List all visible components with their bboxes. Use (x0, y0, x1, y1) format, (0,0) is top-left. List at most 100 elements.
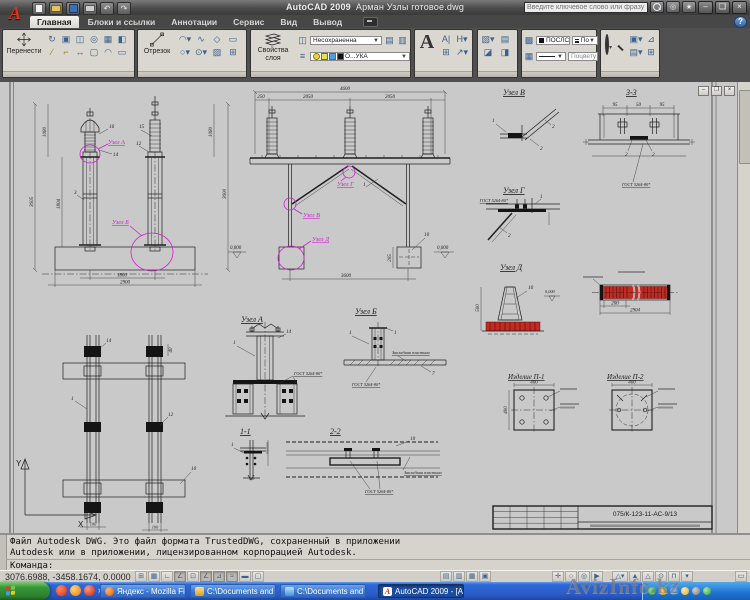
annotation-visibility-button[interactable]: ▲ (629, 571, 641, 582)
copy-clip-icon[interactable]: ▤▾ (629, 46, 643, 59)
toolbar-lock-button[interactable]: ⊓ (668, 571, 680, 582)
block-editor-icon[interactable]: ◪ (481, 46, 495, 59)
layer-properties-button[interactable]: Свойства слоя (253, 32, 293, 63)
redo-button[interactable]: ↷ (117, 2, 131, 15)
communication-center-button[interactable]: ◎ (666, 1, 680, 13)
coordinates-readout[interactable]: 3076.6988, -3458.1674, 0.0000 (5, 572, 131, 582)
autocad-menu-browser-button[interactable]: A (2, 0, 28, 27)
explode-icon[interactable]: ▭ (115, 46, 129, 59)
tray-update-icon[interactable] (659, 587, 667, 595)
tray-messenger-icon[interactable] (681, 587, 689, 595)
tab-vyvod[interactable]: Вывод (306, 16, 349, 28)
annotation-scale-button[interactable]: △▾ (612, 571, 628, 582)
scale-icon[interactable]: ▢ (87, 46, 101, 59)
table-icon[interactable]: ⊞ (439, 46, 453, 59)
scrollbar-thumb[interactable] (739, 90, 750, 164)
ducs-toggle[interactable]: ⊿ (213, 571, 225, 582)
tab-servis[interactable]: Сервис (226, 16, 271, 28)
layer-state-dropdown[interactable]: Несохраненна ▼ (310, 36, 382, 45)
tab-vid[interactable]: Вид (273, 16, 304, 28)
layer-dropdown[interactable]: О...УКА ▼ (310, 52, 410, 61)
workspace-button[interactable]: ⊙ (655, 571, 667, 582)
hatch-icon[interactable]: ▨ (210, 46, 224, 59)
dyn-toggle[interactable]: ≈ (226, 571, 238, 582)
undo-button[interactable]: ↶ (100, 2, 114, 15)
steeringwheel-button[interactable]: ◎ (578, 571, 590, 582)
quick-launch-icon-1[interactable] (56, 585, 67, 596)
showmotion-button[interactable]: ▶ (591, 571, 603, 582)
tab-glavnaya[interactable]: Главная (30, 16, 79, 28)
qp-toggle[interactable]: ▢ (252, 571, 264, 582)
otrack-toggle[interactable]: ∠ (200, 571, 212, 582)
quick-launch-icon-2[interactable] (70, 585, 81, 596)
layout-button[interactable]: ▥ (453, 571, 465, 582)
ellipse-icon[interactable]: ⊙▾ (194, 46, 208, 59)
grid-toggle[interactable]: ▦ (148, 571, 160, 582)
model-button[interactable]: ▤ (440, 571, 452, 582)
new-file-button[interactable] (32, 2, 46, 15)
text-button[interactable]: A (417, 32, 437, 52)
tab-bloki-i-ssylki[interactable]: Блоки и ссылки (81, 16, 163, 28)
volume-icon[interactable] (692, 587, 700, 595)
fillet-icon[interactable]: ◠ (101, 46, 115, 59)
arc-icon[interactable]: ◠▾ (178, 33, 192, 46)
trim-icon[interactable]: ∕ (45, 46, 59, 59)
doc-minimize-button[interactable]: – (698, 86, 709, 96)
spline-icon[interactable]: ∿ (194, 33, 208, 46)
status-menu-chevron[interactable]: ▾ (681, 571, 693, 582)
lwt-toggle[interactable]: ▬ (239, 571, 251, 582)
doc-close-button[interactable]: × (724, 86, 735, 96)
infocenter-search-input[interactable] (524, 1, 648, 13)
autoscale-button[interactable]: △ (642, 571, 654, 582)
copy-icon[interactable]: ▣ (59, 33, 73, 46)
layer-list-icon[interactable]: ≡ (297, 50, 308, 63)
attributes-icon[interactable]: ◨ (498, 46, 512, 59)
match-properties-icon[interactable]: ▩ (524, 34, 534, 47)
tray-shield-icon[interactable] (648, 587, 656, 595)
pan-button[interactable]: ✛ (552, 571, 564, 582)
quick-launch-icon-3[interactable] (84, 585, 95, 596)
minimize-button[interactable]: – (698, 1, 713, 14)
search-button[interactable] (650, 1, 664, 13)
help-icon[interactable]: ? (734, 16, 747, 28)
zoom-button-status[interactable]: ○ (565, 571, 577, 582)
move-button[interactable]: Перенести (5, 32, 43, 55)
polar-toggle[interactable]: ∠ (174, 571, 186, 582)
snap-toggle[interactable]: ⊞ (135, 571, 147, 582)
osnap-toggle[interactable]: ⊡ (187, 571, 199, 582)
layer-state-icon[interactable]: ◫ (297, 34, 308, 47)
maximize-button[interactable]: ❑ (715, 1, 730, 14)
linetype-dropdown[interactable]: ▼ (536, 52, 566, 61)
favorites-button[interactable]: ★ (682, 1, 696, 13)
polygon-icon[interactable]: ◇ (210, 33, 224, 46)
rectangle-icon[interactable]: ▭ (226, 33, 240, 46)
tray-network-icon[interactable] (670, 587, 678, 595)
clean-screen-button[interactable]: ▭ (735, 571, 747, 582)
circle-icon[interactable]: ○▾ (178, 46, 192, 59)
taskbar-item-explorer-1[interactable]: C:\Documents and Sett... (190, 584, 276, 598)
stretch-icon[interactable]: ↔ (73, 46, 87, 59)
layer-isolate-icon[interactable]: ▤ (384, 34, 395, 47)
linetype-icon[interactable]: ▦ (524, 50, 534, 63)
measure-icon[interactable]: ⊿ (644, 33, 658, 46)
zoom-button[interactable]: ▾ (605, 34, 612, 55)
rotate-icon[interactable]: ↻ (45, 33, 59, 46)
insert-block-icon[interactable]: ▧▾ (481, 33, 495, 46)
doc-restore-button[interactable]: ❐ (711, 86, 722, 96)
line-button[interactable]: Отрезок (140, 32, 174, 55)
mirror-icon[interactable]: ◫ (73, 33, 87, 46)
quick-view-layouts-button[interactable]: ▦ (466, 571, 478, 582)
leader-icon[interactable]: ↗▾ (455, 46, 469, 59)
lineweight-dropdown[interactable]: По ▼ (572, 36, 598, 45)
quick-calc-icon[interactable]: ⊞ (644, 46, 658, 59)
taskbar-item-explorer-2[interactable]: C:\Documents and Sett... (280, 584, 366, 598)
vertical-scrollbar[interactable] (737, 82, 750, 533)
array-icon[interactable]: ▦ (101, 33, 115, 46)
offset-icon[interactable]: ◎ (87, 33, 101, 46)
save-button[interactable] (66, 2, 80, 15)
taskbar-item-firefox[interactable]: Яндекс - Mozilla Firefox (100, 584, 186, 598)
create-block-icon[interactable]: ▤ (498, 33, 512, 46)
region-icon[interactable]: ⊞ (226, 46, 240, 59)
layer-unisolate-icon[interactable]: ▥ (397, 34, 408, 47)
start-button[interactable] (0, 582, 50, 600)
